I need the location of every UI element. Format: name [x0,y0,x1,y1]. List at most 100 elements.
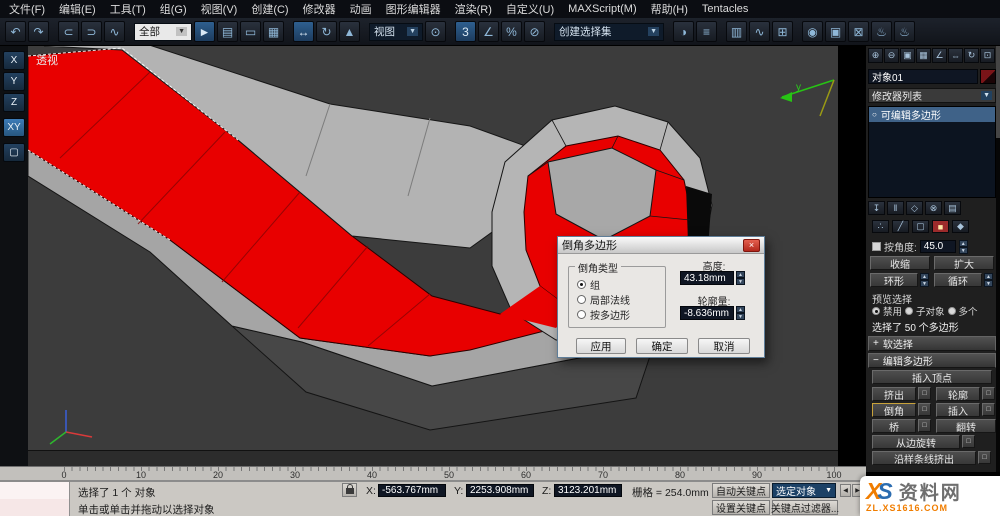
viewport-label[interactable]: 透视 [36,52,58,68]
layer-manager-icon[interactable]: ▥ [726,21,747,42]
zoom-icon[interactable]: ⊕ [868,48,883,63]
menu-create[interactable]: 创建(C) [244,1,295,17]
vertex-subobject-icon[interactable]: ∴ [872,220,889,233]
by-polygon-radio[interactable] [577,310,586,319]
panel-scrollbar-thumb[interactable] [996,46,1000,138]
curve-editor-icon[interactable]: ∿ [749,21,770,42]
extrude-button[interactable]: 挤出 [872,387,916,401]
by-angle-spinner[interactable]: ▲ ▼ [958,239,968,254]
menu-tools[interactable]: 工具(T) [103,1,153,17]
spinner-snap-icon[interactable]: ⊘ [524,21,545,42]
rotate-icon[interactable]: ↻ [316,21,337,42]
soft-selection-rollout[interactable]: + 软选择 [868,336,996,351]
menu-edit[interactable]: 编辑(E) [52,1,103,17]
scale-icon[interactable]: ▲ [339,21,360,42]
zoom-extents-icon[interactable]: ▣ [900,48,915,63]
selection-lock-icon[interactable] [342,483,357,497]
spinner-up-icon[interactable]: ▲ [958,239,968,247]
bridge-settings-icon[interactable]: □ [918,419,931,432]
local-normal-radio[interactable] [577,295,586,304]
menu-help[interactable]: 帮助(H) [644,1,695,17]
spinner-down-icon[interactable]: ▼ [920,280,929,287]
height-spinner[interactable]: ▲ ▼ [736,271,745,285]
menu-views[interactable]: 视图(V) [194,1,245,17]
schematic-view-icon[interactable]: ⊞ [772,21,793,42]
ring-button[interactable]: 环形 [870,273,918,287]
outline-settings-icon[interactable]: □ [982,387,995,400]
previous-frame-icon[interactable]: ◀ [840,484,851,497]
zoom-extents-all-icon[interactable]: ▦ [916,48,931,63]
restrict-plane-button[interactable]: ▢ [3,143,25,162]
spinner-down-icon[interactable]: ▼ [736,313,745,320]
field-of-view-icon[interactable]: ∠ [932,48,947,63]
modifier-stack-list[interactable]: ○ 可编辑多边形 [868,106,996,198]
pan-icon[interactable]: ⇔ [948,48,963,63]
extrude-along-spline-button[interactable]: 沿样条线挤出 [872,451,976,465]
menu-customize[interactable]: 自定义(U) [499,1,561,17]
menu-modifiers[interactable]: 修改器 [296,1,343,17]
inset-button[interactable]: 插入 [936,403,980,417]
restrict-y-button[interactable]: Y [3,72,25,91]
inset-settings-icon[interactable]: □ [982,403,995,416]
window-crossing-icon[interactable]: ▦ [263,21,284,42]
render-setup-icon[interactable]: ▣ [825,21,846,42]
extrude-settings-icon[interactable]: □ [918,387,931,400]
link-icon[interactable]: ⊂ [58,21,79,42]
loop-spinner[interactable]: ▲ ▼ [984,273,993,287]
cancel-button[interactable]: 取消 [698,338,750,354]
outline-amount-field[interactable]: -8.636mm [680,306,734,320]
bevel-type-localnormal-option[interactable]: 局部法线 [577,292,630,307]
hinge-from-edge-button[interactable]: 从边旋转 [872,435,960,449]
region-shape-icon[interactable]: ▭ [240,21,261,42]
zoom-all-icon[interactable]: ⊖ [884,48,899,63]
object-name-field[interactable]: 对象01 [868,69,978,84]
move-icon[interactable]: ↔ [293,21,314,42]
make-unique-icon[interactable]: ◇ [906,201,923,215]
timeline-ruler[interactable]: 0 10 20 30 40 50 60 70 80 90 100 [0,466,866,481]
spinner-down-icon[interactable]: ▼ [958,246,968,254]
remove-modifier-icon[interactable]: ⊗ [925,201,942,215]
rendered-frame-icon[interactable]: ⊠ [848,21,869,42]
element-subobject-icon[interactable]: ◆ [952,220,969,233]
bevel-type-group-option[interactable]: 组 [577,277,600,292]
insert-vertex-button[interactable]: 插入顶点 [872,370,992,384]
maxscript-mini-listener-top[interactable] [0,482,70,499]
x-coordinate-field[interactable]: -563.767mm [378,484,446,497]
y-coordinate-field[interactable]: 2253.908mm [466,484,534,497]
orbit-icon[interactable]: ↻ [964,48,979,63]
outline-spinner[interactable]: ▲ ▼ [736,306,745,320]
ok-button[interactable]: 确定 [636,338,688,354]
reference-coordinate-dropdown[interactable]: 视图 ▼ [369,22,423,41]
by-angle-field[interactable]: 45.0 [919,240,956,253]
spinner-up-icon[interactable]: ▲ [736,306,745,313]
bevel-type-bypolygon-option[interactable]: 按多边形 [577,307,630,322]
spinner-down-icon[interactable]: ▼ [984,280,993,287]
apply-button[interactable]: 应用 [576,338,626,354]
bind-spacewarp-icon[interactable]: ∿ [104,21,125,42]
group-radio[interactable] [577,280,586,289]
show-end-result-icon[interactable]: ‖ [887,201,904,215]
outline-button[interactable]: 轮廓 [936,387,980,401]
spinner-up-icon[interactable]: ▲ [984,273,993,280]
percent-snap-icon[interactable]: % [501,21,522,42]
edit-polygons-rollout[interactable]: − 编辑多边形 [868,353,996,368]
restrict-x-button[interactable]: X [3,51,25,70]
loop-button[interactable]: 循环 [934,273,982,287]
hinge-settings-icon[interactable]: □ [962,435,975,448]
selection-filter-dropdown[interactable]: 全部 ▼ [134,22,192,41]
render-production-icon[interactable]: ♨ [871,21,892,42]
material-editor-icon[interactable]: ◉ [802,21,823,42]
preview-disable-radio[interactable] [872,307,880,315]
preview-multi-radio[interactable] [947,307,956,315]
ring-spinner[interactable]: ▲ ▼ [920,273,929,287]
bevel-settings-icon[interactable]: □ [918,403,931,416]
select-object-icon[interactable]: ► [194,21,215,42]
auto-key-button[interactable]: 自动关键点 [712,483,770,498]
edge-subobject-icon[interactable]: ╱ [892,220,909,233]
redo-icon[interactable]: ↷ [28,21,49,42]
menu-rendering[interactable]: 渲染(R) [448,1,499,17]
set-key-button[interactable]: 设置关键点 [712,500,770,515]
undo-icon[interactable]: ↶ [5,21,26,42]
spinner-up-icon[interactable]: ▲ [736,271,745,278]
pin-stack-icon[interactable]: ↧ [868,201,885,215]
